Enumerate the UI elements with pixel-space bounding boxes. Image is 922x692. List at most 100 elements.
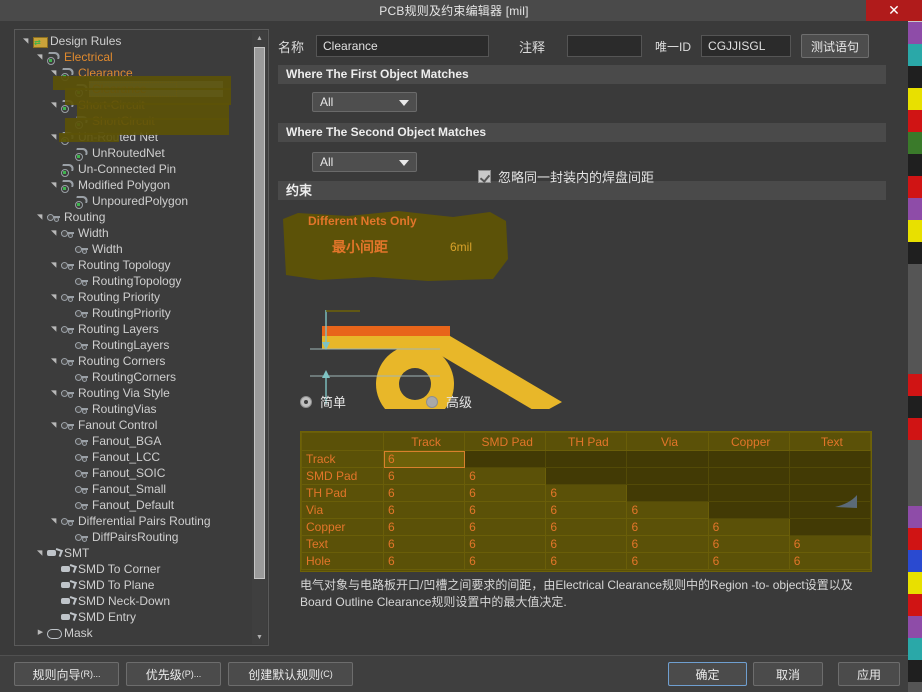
tree-item-unroutednet[interactable]: UnRoutedNet bbox=[15, 145, 253, 161]
tree-item-design-rules[interactable]: ◢Design Rules bbox=[15, 33, 253, 51]
matrix-cell[interactable]: 6 bbox=[545, 484, 628, 502]
matrix-row[interactable]: Track 6 bbox=[301, 450, 872, 468]
cancel-button[interactable]: 取消 bbox=[753, 662, 823, 686]
tree-item-width[interactable]: ◢ Width bbox=[15, 225, 253, 241]
matrix-cell[interactable]: 6 bbox=[707, 518, 790, 536]
matrix-row[interactable]: SMD Pad 6 6 bbox=[301, 467, 872, 485]
clearance-matrix[interactable]: Track SMD Pad TH Pad Via Copper Text Track 6 SM… bbox=[300, 431, 872, 572]
tree-item-width[interactable]: Width bbox=[15, 241, 253, 257]
second-object-scope-dropdown[interactable]: All bbox=[312, 152, 417, 172]
tree-item-routing-via-style[interactable]: ◢ Routing Via Style bbox=[15, 385, 253, 401]
tree-item-shortcircuit[interactable]: ShortCircuit bbox=[15, 113, 253, 129]
tree-item-diffpairsrouting[interactable]: DiffPairsRouting bbox=[15, 529, 253, 545]
matrix-cell[interactable]: 6 bbox=[707, 535, 790, 553]
tree-expander-icon[interactable]: ▶ bbox=[35, 625, 46, 641]
ok-button[interactable]: 确定 bbox=[668, 662, 747, 686]
matrix-cell[interactable]: 6 bbox=[626, 552, 709, 570]
tree-item-routing[interactable]: ◢ Routing bbox=[15, 209, 253, 225]
matrix-cell[interactable]: 6 bbox=[382, 501, 466, 519]
close-icon[interactable]: ✕ bbox=[866, 0, 922, 21]
tree-item-fanout-soic[interactable]: Fanout_SOIC bbox=[15, 465, 253, 481]
tree-item-smt[interactable]: ◢ SMT bbox=[15, 545, 253, 561]
tree-item-fanout-control[interactable]: ◢ Fanout Control bbox=[15, 417, 253, 433]
matrix-cell[interactable]: 6 bbox=[626, 501, 709, 519]
matrix-row[interactable]: Hole 6 6 6 6 6 6 bbox=[301, 552, 872, 570]
tree-item-smd-to-corner[interactable]: SMD To Corner bbox=[15, 561, 253, 577]
tree-item-fanout-bga[interactable]: Fanout_BGA bbox=[15, 433, 253, 449]
matrix-row[interactable]: Text 6 6 6 6 6 6 bbox=[301, 535, 872, 553]
mode-simple-radio-row[interactable]: 简单 bbox=[300, 392, 346, 411]
matrix-cell[interactable]: 6 bbox=[464, 467, 547, 485]
tree-item-smd-entry[interactable]: SMD Entry bbox=[15, 609, 253, 625]
mode-advanced-radio-row[interactable]: 高级 bbox=[426, 392, 472, 411]
matrix-cell[interactable]: 6 bbox=[788, 535, 872, 553]
tree-item-electrical[interactable]: ◢ Electrical bbox=[15, 49, 253, 65]
matrix-cell[interactable]: 6 bbox=[626, 535, 709, 553]
test-statement-button[interactable]: 测试语句 bbox=[801, 34, 870, 58]
tree-item-fanout-lcc[interactable]: Fanout_LCC bbox=[15, 449, 253, 465]
tree-item-un-connected-pin[interactable]: Un-Connected Pin bbox=[15, 161, 253, 177]
tree-item-routingpriority[interactable]: RoutingPriority bbox=[15, 305, 253, 321]
design-rules-tree[interactable]: ◢Design Rules◢Electrical◢ClearanceCleara… bbox=[15, 30, 253, 645]
name-input[interactable]: Clearance bbox=[316, 35, 490, 57]
tree-item-routing-topology[interactable]: ◢ Routing Topology bbox=[15, 257, 253, 273]
matrix-cell[interactable]: 6 bbox=[545, 518, 628, 536]
tree-scrollbar[interactable]: ▲ ▼ bbox=[252, 31, 267, 644]
mode-advanced-radio[interactable] bbox=[426, 395, 438, 408]
apply-button[interactable]: 应用 bbox=[838, 662, 900, 686]
tree-item-modified-polygon[interactable]: ◢ Modified Polygon bbox=[15, 177, 253, 193]
matrix-cell[interactable]: 6 bbox=[382, 518, 466, 536]
min-clearance-value[interactable]: 6mil bbox=[450, 240, 472, 254]
tree-item-routing-corners[interactable]: ◢ Routing Corners bbox=[15, 353, 253, 369]
ignore-pad-clearance-checkbox[interactable] bbox=[478, 170, 491, 183]
matrix-cell[interactable]: 6 bbox=[382, 450, 466, 468]
matrix-cell[interactable]: 6 bbox=[545, 535, 628, 553]
matrix-cell[interactable]: 6 bbox=[788, 552, 872, 570]
matrix-cell[interactable]: 6 bbox=[464, 518, 547, 536]
matrix-cell[interactable]: 6 bbox=[626, 518, 709, 536]
unique-id-input[interactable]: CGJJISGL bbox=[701, 35, 792, 57]
priority-button[interactable]: 优先级 (P)... bbox=[126, 662, 221, 686]
tree-item-routinglayers[interactable]: RoutingLayers bbox=[15, 337, 253, 353]
tree-item-smd-neck-down[interactable]: SMD Neck-Down bbox=[15, 593, 253, 609]
scroll-down-icon[interactable]: ▼ bbox=[252, 630, 267, 644]
matrix-row[interactable]: TH Pad 6 6 6 bbox=[301, 484, 872, 502]
tree-item-short-circuit[interactable]: ◢ Short-Circuit bbox=[15, 97, 253, 113]
design-rules-tree-panel[interactable]: ◢Design Rules◢Electrical◢ClearanceCleara… bbox=[14, 29, 269, 646]
tree-item-fanout-small[interactable]: Fanout_Small bbox=[15, 481, 253, 497]
matrix-cell[interactable]: 6 bbox=[382, 535, 466, 553]
scroll-up-icon[interactable]: ▲ bbox=[252, 31, 267, 45]
matrix-body[interactable]: Track 6 SMD Pad 6 6 TH Pad 6 6 6 Via 6 6 6 6 Copper 6 6 6… bbox=[301, 450, 872, 570]
matrix-row[interactable]: Via 6 6 6 6 bbox=[301, 501, 872, 519]
tree-item-routingtopology[interactable]: RoutingTopology bbox=[15, 273, 253, 289]
matrix-cell[interactable]: 6 bbox=[464, 535, 547, 553]
tree-item-differential-pairs-routing[interactable]: ◢ Differential Pairs Routing bbox=[15, 513, 253, 529]
tree-item-un-routed-net[interactable]: ◢ Un-Routed Net bbox=[15, 129, 253, 145]
comment-input[interactable] bbox=[567, 35, 643, 57]
ignore-pad-clearance-row[interactable]: 忽略同一封装内的焊盘间距 bbox=[478, 167, 654, 186]
tree-item-mask[interactable]: ▶ Mask bbox=[15, 625, 253, 641]
matrix-cell[interactable]: 6 bbox=[464, 484, 547, 502]
tree-item-fanout-default[interactable]: Fanout_Default bbox=[15, 497, 253, 513]
tree-item-unpouredpolygon[interactable]: UnpouredPolygon bbox=[15, 193, 253, 209]
mode-simple-radio[interactable] bbox=[300, 395, 312, 408]
matrix-cell[interactable]: 6 bbox=[545, 552, 628, 570]
clearance-matrix-table[interactable]: Track SMD Pad TH Pad Via Copper Text Track 6 SM… bbox=[301, 432, 872, 570]
tree-item-routing-layers[interactable]: ◢ Routing Layers bbox=[15, 321, 253, 337]
matrix-cell[interactable]: 6 bbox=[382, 552, 466, 570]
tree-item-clearance[interactable]: Clearance bbox=[15, 81, 253, 97]
tree-item-routingcorners[interactable]: RoutingCorners bbox=[15, 369, 253, 385]
matrix-cell[interactable]: 6 bbox=[545, 501, 628, 519]
matrix-cell[interactable]: 6 bbox=[382, 484, 466, 502]
rule-wizard-button[interactable]: 规则向导 (R)... bbox=[14, 662, 119, 686]
matrix-cell[interactable]: 6 bbox=[464, 501, 547, 519]
matrix-cell[interactable]: 6 bbox=[707, 552, 790, 570]
tree-item-smd-to-plane[interactable]: SMD To Plane bbox=[15, 577, 253, 593]
first-object-scope-dropdown[interactable]: All bbox=[312, 92, 417, 112]
tree-item-clearance[interactable]: ◢ Clearance bbox=[15, 65, 253, 81]
matrix-cell[interactable]: 6 bbox=[464, 552, 547, 570]
matrix-cell[interactable]: 6 bbox=[382, 467, 466, 485]
create-default-rules-button[interactable]: 创建默认规则 (C) bbox=[228, 662, 353, 686]
tree-item-routingvias[interactable]: RoutingVias bbox=[15, 401, 253, 417]
tree-item-routing-priority[interactable]: ◢ Routing Priority bbox=[15, 289, 253, 305]
